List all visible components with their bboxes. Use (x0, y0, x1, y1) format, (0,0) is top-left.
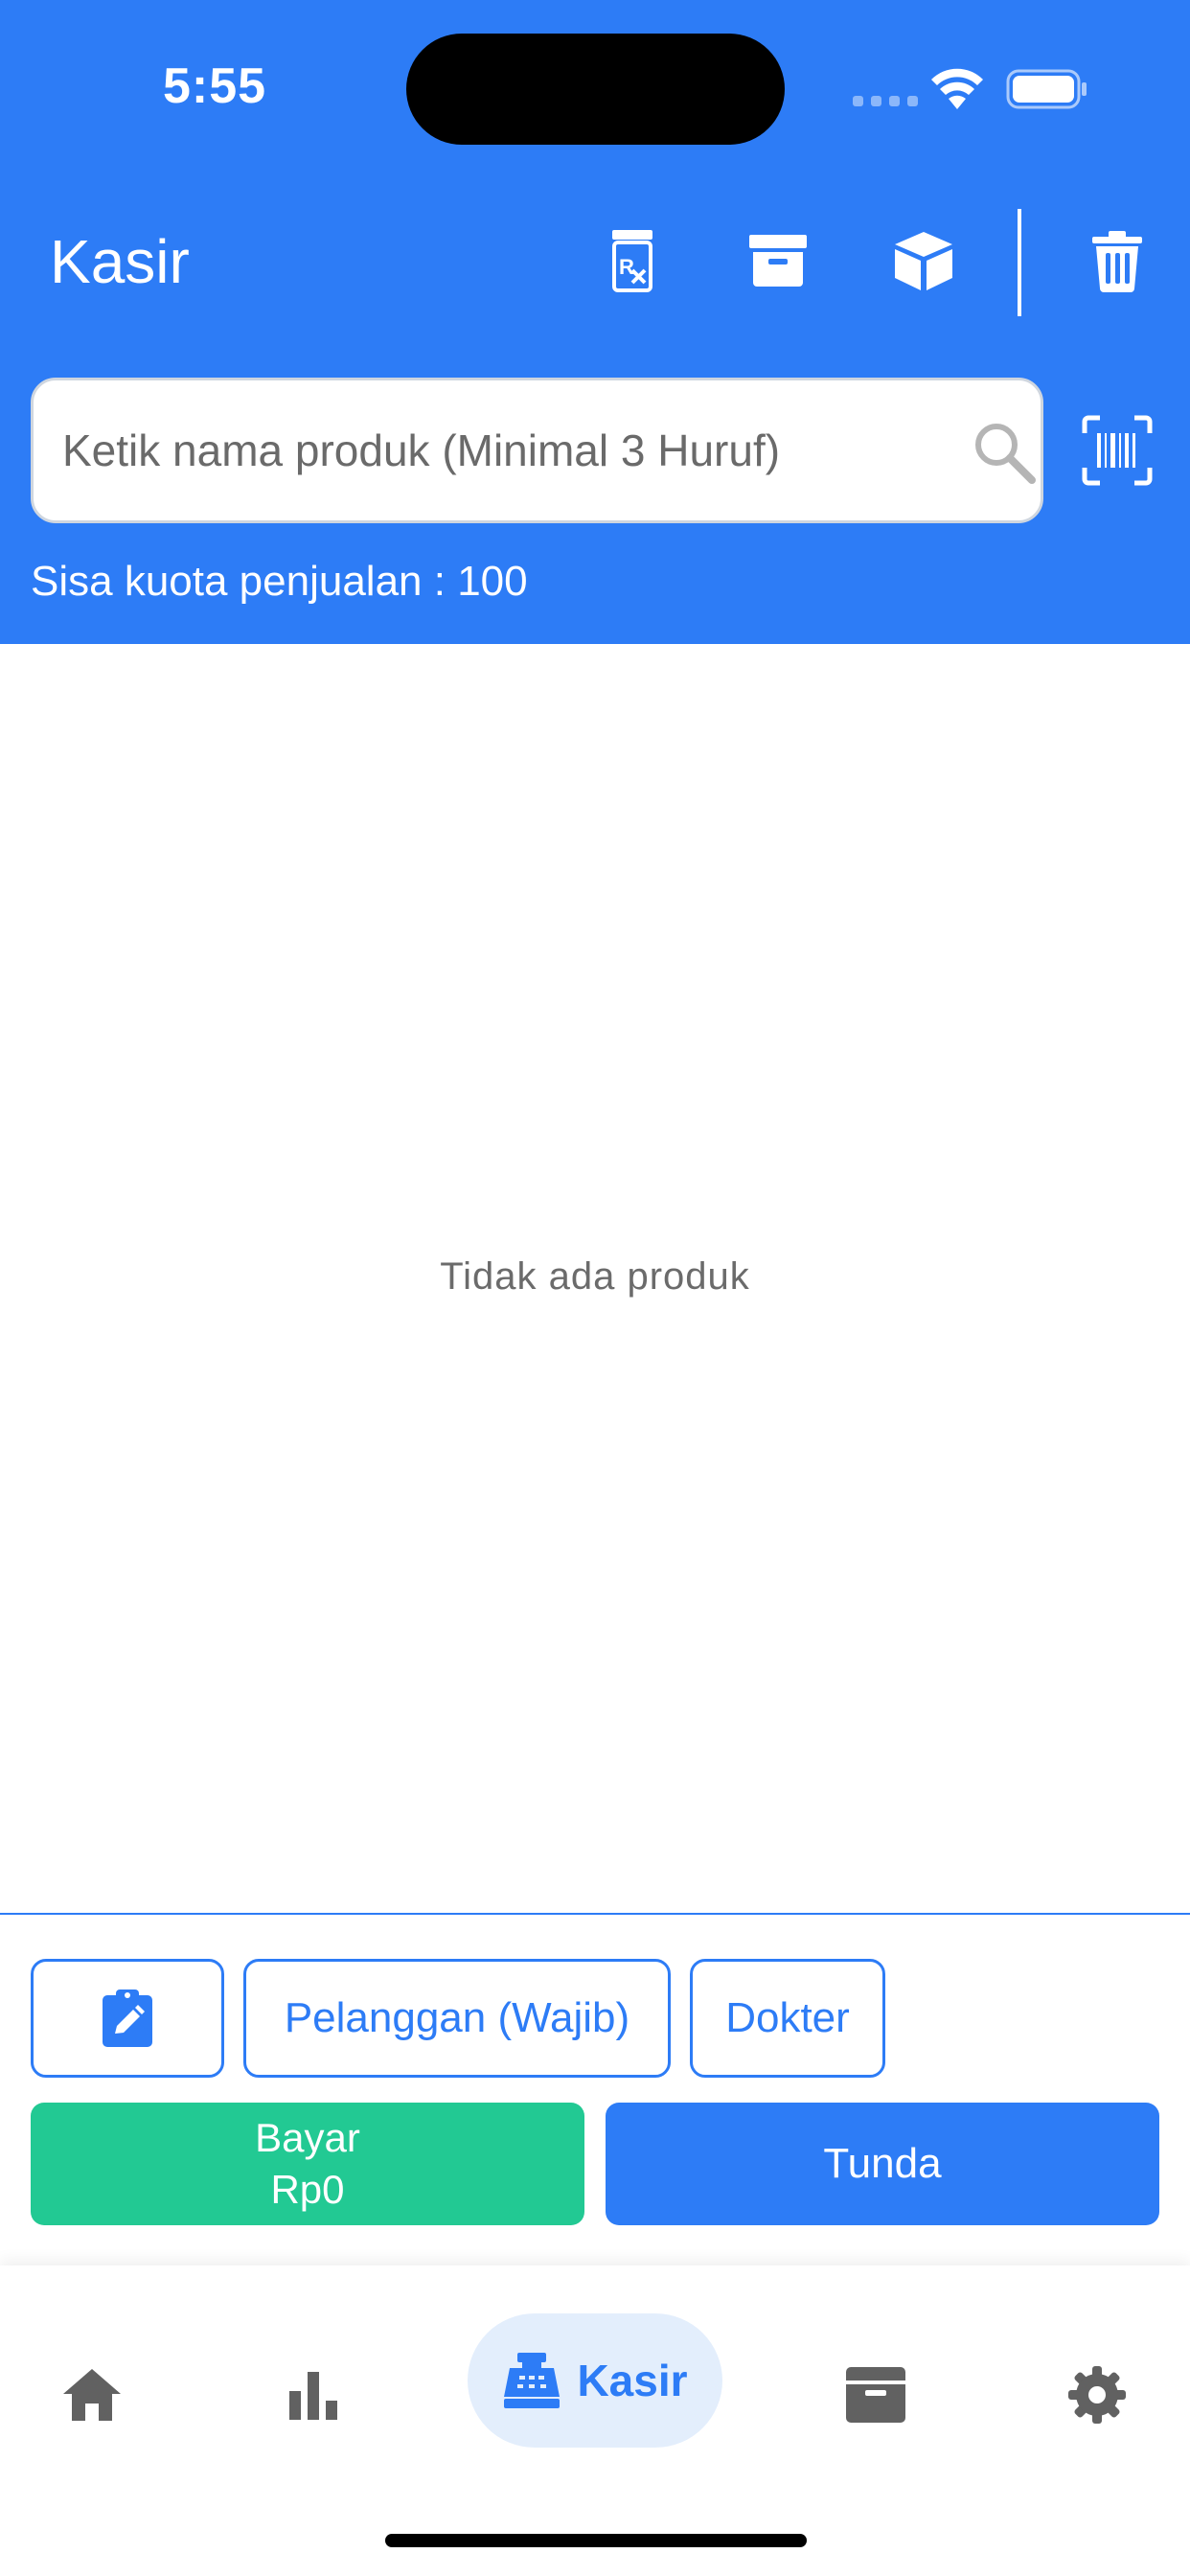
nav-reports[interactable] (280, 2361, 347, 2428)
barcode-scan-icon[interactable] (1081, 414, 1154, 487)
pay-label: Bayar (255, 2115, 360, 2160)
clipboard-edit-icon (103, 1990, 152, 2047)
sales-quota: Sisa kuota penjualan : 100 (31, 558, 528, 605)
doctor-button[interactable]: Dokter (690, 1959, 885, 2078)
pay-button[interactable]: Bayar Rp0 (31, 2103, 584, 2225)
svg-text:R: R (619, 255, 634, 279)
dynamic-island (406, 34, 785, 145)
status-time: 5:55 (163, 58, 267, 114)
customer-button[interactable]: Pelanggan (Wajib) (243, 1959, 671, 2078)
wifi-icon (931, 68, 983, 109)
battery-icon (1006, 69, 1087, 109)
pay-amount: Rp0 (270, 2167, 345, 2212)
nav-inventory[interactable] (842, 2361, 909, 2428)
search-icon[interactable] (971, 419, 1038, 486)
search-box (31, 378, 1043, 523)
signal-icon (853, 96, 918, 106)
empty-cart-message: Tidak ada produk (440, 1255, 750, 1298)
nav-kasir-label: Kasir (577, 2356, 688, 2405)
box-icon[interactable] (887, 222, 960, 299)
archive-icon[interactable] (742, 222, 814, 299)
home-indicator (385, 2534, 807, 2547)
cart-divider (0, 1913, 1190, 1915)
page-title: Kasir (50, 227, 190, 296)
cash-register-icon (504, 2353, 561, 2408)
hold-button[interactable]: Tunda (606, 2103, 1159, 2225)
app-header: 5:55 Kasir R Ketik nama produk (Minimal … (0, 0, 1190, 644)
nav-settings[interactable] (1064, 2361, 1131, 2428)
home-icon (63, 2369, 121, 2421)
bar-chart-icon (289, 2372, 337, 2420)
header-divider (1018, 209, 1021, 316)
note-button[interactable] (31, 1959, 224, 2078)
prescription-icon[interactable]: R (596, 222, 669, 299)
bottom-nav: Kasir (0, 2266, 1190, 2576)
archive-icon (846, 2367, 905, 2423)
settings-icon (1068, 2366, 1126, 2424)
search-input[interactable] (62, 380, 925, 520)
nav-kasir[interactable]: Kasir (468, 2313, 722, 2448)
trash-icon[interactable] (1081, 222, 1154, 299)
nav-home[interactable] (58, 2361, 126, 2428)
